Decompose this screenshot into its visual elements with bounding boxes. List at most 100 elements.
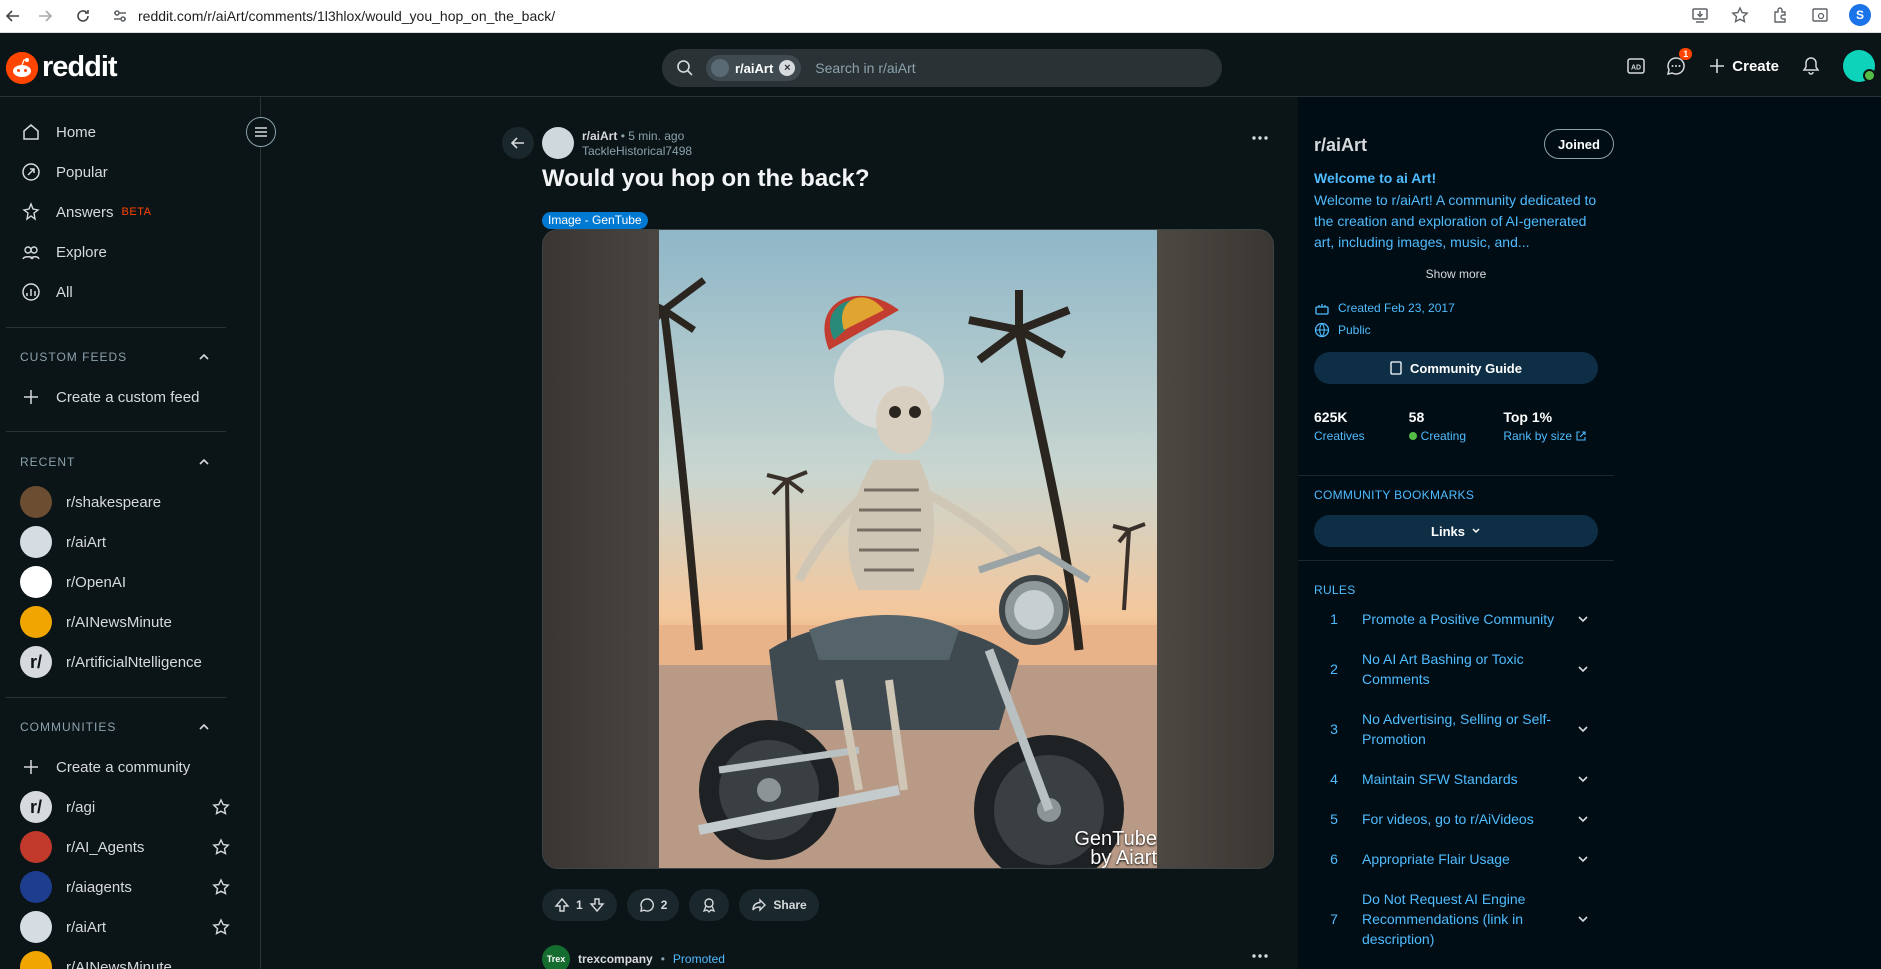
recent-item[interactable]: r/OpenAI [20, 562, 230, 602]
rule-item[interactable]: 7 Do Not Request AI Engine Recommendatio… [1314, 889, 1598, 949]
recent-item[interactable]: r/ r/ArtificialNtelligence [20, 642, 230, 682]
reddit-logo[interactable]: reddit [6, 51, 118, 84]
show-more-button[interactable]: Show more [1314, 267, 1598, 281]
install-app-icon[interactable] [1689, 4, 1711, 26]
rule-item[interactable]: 4 Maintain SFW Standards [1314, 769, 1598, 789]
all-icon [20, 282, 42, 302]
advertiser-name[interactable]: trexcompany [578, 952, 653, 966]
create-custom-feed[interactable]: Create a custom feed [20, 377, 230, 417]
rule-text: No AI Art Bashing or Toxic Comments [1362, 651, 1524, 687]
chevron-down-icon [1471, 526, 1481, 536]
share-icon [751, 897, 767, 913]
favorite-star-icon[interactable] [212, 838, 230, 856]
stat-value: Top 1% [1503, 409, 1553, 425]
community-guide-button[interactable]: Community Guide [1314, 352, 1598, 384]
nav-popular[interactable]: Popular [20, 152, 230, 192]
browser-forward-icon[interactable] [34, 5, 56, 27]
tab-search-icon[interactable] [1809, 4, 1831, 26]
award-button[interactable] [689, 889, 730, 921]
nav-home[interactable]: Home [20, 112, 230, 152]
community-item[interactable]: r/ r/agi [20, 787, 230, 827]
plus-icon [20, 388, 42, 406]
browser-profile-avatar[interactable]: S [1849, 4, 1871, 26]
recent-item[interactable]: r/AINewsMinute [20, 602, 230, 642]
community-item[interactable]: r/AI_Agents [20, 827, 230, 867]
bookmark-star-icon[interactable] [1729, 4, 1751, 26]
created-label: Created Feb 23, 2017 [1338, 301, 1455, 315]
communities-header[interactable]: COMMUNITIES [20, 712, 210, 742]
joined-button[interactable]: Joined [1544, 129, 1614, 159]
post-flair[interactable]: Image - GenTube [542, 212, 648, 229]
beta-badge: BETA [121, 206, 152, 218]
nav-answers[interactable]: Answers BETA [20, 192, 230, 232]
subreddit-avatar[interactable] [542, 127, 574, 159]
notifications-bell-icon[interactable] [1791, 46, 1831, 86]
recent-item-label: r/OpenAI [66, 573, 127, 591]
rule-item[interactable]: 1 Promote a Positive Community [1314, 609, 1598, 629]
chevron-down-icon [1568, 773, 1598, 785]
recent-item[interactable]: r/shakespeare [20, 482, 230, 522]
post-subreddit-link[interactable]: r/aiArt [582, 129, 617, 143]
favorite-star-icon[interactable] [212, 798, 230, 816]
chat-icon[interactable]: 1 [1656, 46, 1696, 86]
community-guide-label: Community Guide [1410, 360, 1522, 376]
user-avatar[interactable] [1843, 50, 1876, 82]
community-item-label: r/aiArt [66, 918, 107, 936]
custom-feeds-header[interactable]: CUSTOM FEEDS [20, 342, 210, 372]
favorite-star-icon[interactable] [212, 878, 230, 896]
site-settings-icon[interactable] [112, 8, 128, 24]
community-item[interactable]: r/AINewsMinute [20, 947, 230, 969]
community-item[interactable]: r/aiArt [20, 907, 230, 947]
promoted-post-header: Trex trexcompany • Promoted [542, 945, 725, 969]
rule-item[interactable]: 2 No AI Art Bashing or Toxic Comments [1314, 649, 1598, 689]
post-actions: 1 2 Share [542, 889, 819, 921]
rule-item[interactable]: 3 No Advertising, Selling or Self-Promot… [1314, 709, 1598, 749]
rules-heading: RULES [1314, 583, 1356, 597]
more-options-icon[interactable] [1252, 135, 1268, 141]
nav-home-label: Home [56, 123, 97, 141]
nav-explore[interactable]: Explore [20, 232, 230, 272]
clear-scope-icon[interactable]: × [779, 60, 796, 76]
advertiser-avatar[interactable]: Trex [542, 945, 570, 969]
search-bar[interactable]: r/aiArt × Search in r/aiArt [662, 49, 1222, 87]
subreddit-avatar-icon [711, 59, 729, 77]
reddit-snoo-icon [6, 51, 38, 84]
create-button[interactable]: Create [1696, 47, 1791, 85]
search-input[interactable]: Search in r/aiArt [815, 60, 915, 76]
recent-item[interactable]: r/aiArt [20, 522, 230, 562]
subreddit-avatar [20, 486, 52, 518]
create-community[interactable]: Create a community [20, 747, 230, 787]
more-options-icon[interactable] [1252, 953, 1268, 959]
advertise-icon[interactable]: AD [1616, 46, 1656, 86]
browser-reload-icon[interactable] [72, 5, 94, 27]
extensions-icon[interactable] [1769, 4, 1791, 26]
collapse-sidebar-button[interactable] [246, 117, 276, 147]
hamburger-icon [255, 127, 267, 137]
stat-label: Rank by size [1503, 429, 1598, 443]
community-item[interactable]: r/aiagents [20, 867, 230, 907]
comment-count: 2 [660, 898, 668, 912]
nav-all-label: All [56, 283, 73, 301]
comments-button[interactable]: 2 [626, 889, 680, 921]
community-sidebar: r/aiArt Joined Welcome to ai Art! Welcom… [1298, 97, 1614, 969]
rule-item[interactable]: 5 For videos, go to r/AiVideos [1314, 809, 1598, 829]
rule-item[interactable]: 6 Appropriate Flair Usage [1314, 849, 1598, 869]
share-button[interactable]: Share [739, 889, 819, 921]
back-button[interactable] [502, 127, 534, 159]
browser-back-icon[interactable] [2, 5, 24, 27]
post-author-link[interactable]: TackleHistorical7498 [582, 144, 692, 159]
stat-online: 58 Creating [1408, 409, 1504, 443]
search-scope-chip[interactable]: r/aiArt × [706, 55, 802, 81]
community-item-label: r/AINewsMinute [66, 958, 172, 969]
links-dropdown[interactable]: Links [1314, 515, 1598, 547]
post-image[interactable]: GenTube by Aiart [542, 229, 1274, 869]
community-welcome: Welcome to ai Art! [1314, 170, 1437, 186]
chevron-down-icon [1568, 813, 1598, 825]
nav-all[interactable]: All [20, 272, 230, 312]
downvote-icon[interactable] [589, 897, 605, 913]
favorite-star-icon[interactable] [212, 918, 230, 936]
upvote-icon[interactable] [554, 897, 570, 913]
address-bar[interactable]: reddit.com/r/aiArt/comments/1l3hlox/woul… [112, 4, 1652, 28]
recent-header[interactable]: RECENT [20, 447, 210, 477]
stat-rank[interactable]: Top 1% Rank by size [1503, 409, 1598, 443]
